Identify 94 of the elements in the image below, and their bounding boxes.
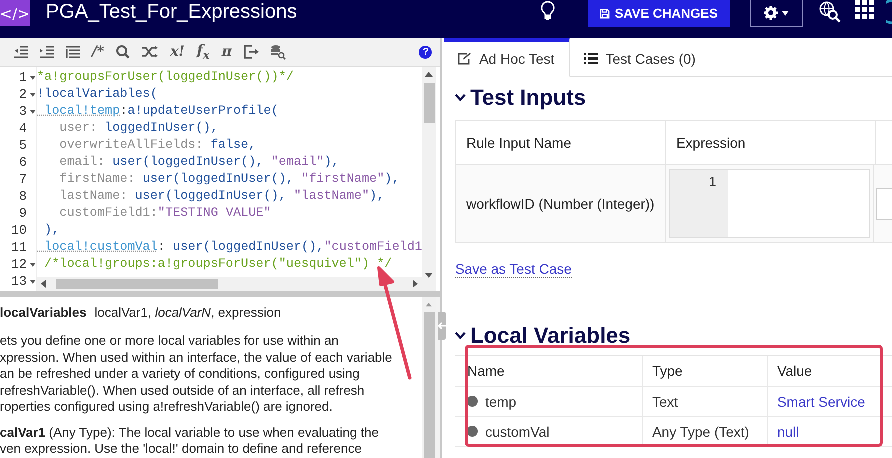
scroll-left-icon[interactable] <box>41 280 46 288</box>
code-line: *a!groupsForUser(loggedInUser())*/ <box>37 70 294 84</box>
variable-value-link[interactable]: Smart Service <box>768 387 892 416</box>
list-icon <box>584 53 598 65</box>
gear-icon <box>764 6 778 20</box>
lightbulb-icon[interactable] <box>541 1 555 21</box>
code-line: /*local!groups:a!groupsForUser("uesquivel") */ <box>44 257 392 271</box>
fold-caret-icon[interactable] <box>30 280 36 284</box>
variable-dot-icon <box>467 396 478 407</box>
line-number: 8 <box>19 189 27 204</box>
column-header: Value <box>776 362 814 381</box>
help-icon[interactable]: ? <box>419 46 432 58</box>
function-name: localVariables <box>0 305 87 320</box>
value-field[interactable] <box>876 188 892 220</box>
fold-caret-icon[interactable] <box>30 92 36 96</box>
description-text: refreshVariable(). When used outside of an interface, all refresh <box>0 382 366 399</box>
fold-caret-icon[interactable] <box>30 76 36 80</box>
line-number: 11 <box>11 240 27 255</box>
export-icon[interactable] <box>244 45 260 59</box>
shuffle-icon[interactable] <box>142 46 158 58</box>
column-header: Name <box>455 356 644 386</box>
collapse-handle[interactable] <box>438 312 446 340</box>
line-number: 2 <box>19 87 27 102</box>
line-number: 12 <box>11 257 27 272</box>
code-line: !localVariables( <box>37 87 158 101</box>
column-header: Expression <box>666 121 876 164</box>
code-line: lastName: user(loggedInUser(), "lastName"), <box>58 189 385 203</box>
save-as-test-case-link[interactable]: Save as Test Case <box>455 261 572 278</box>
code-line: local!customVal: user(loggedInUser(),"customField1 <box>44 240 422 254</box>
description-text: xpression. When used within an interface, the value of each variable <box>0 350 394 366</box>
search-icon[interactable] <box>116 45 130 59</box>
rule-input-name: workflowID (Number (Integer)) <box>456 165 666 242</box>
scroll-right-icon[interactable] <box>413 280 418 288</box>
collapse-chevron-icon[interactable] <box>455 332 466 340</box>
scrollbar-thumb[interactable] <box>56 279 218 289</box>
description-text: calVar1 (Any Type): The local variable to use when evaluating the <box>0 424 380 441</box>
toolbar-glyph-icon[interactable]: f$_{x}$ <box>196 42 210 62</box>
line-number: 10 <box>11 223 27 238</box>
description-text: roperties configured using a!refreshVariable() are ignored. <box>0 399 334 416</box>
toolbar-glyph-icon[interactable]: x! <box>170 44 185 60</box>
edit-icon <box>458 53 472 65</box>
code-line: ), <box>44 223 60 237</box>
variable-name: temp <box>485 394 517 410</box>
tab[interactable]: Ad Hoc Test <box>444 38 570 77</box>
settings-dropdown-button[interactable] <box>750 0 803 27</box>
collapse-chevron-icon[interactable] <box>455 94 466 102</box>
column-header: Type <box>643 356 768 386</box>
expression-editor[interactable]: 1 <box>669 169 870 238</box>
line-number: 9 <box>19 206 27 221</box>
globe-search-icon[interactable] <box>819 1 841 23</box>
variable-type: Text <box>643 387 768 416</box>
section-title: Local Variables <box>470 323 631 349</box>
app-grid-icon[interactable] <box>855 0 875 20</box>
format-icon[interactable] <box>66 46 80 58</box>
code-line: email: user(loggedInUser(), "email"), <box>58 155 340 169</box>
function-signature: localVar1, localVarN, expression <box>94 305 282 320</box>
section-title: Test Inputs <box>470 85 586 111</box>
code-logo: </> <box>0 0 30 26</box>
code-line: customField1:"TESTING VALUE" <box>58 206 272 220</box>
line-number: 7 <box>19 172 27 187</box>
line-number: 4 <box>19 121 27 136</box>
code-line: firstName: user(loggedInUser(), "firstName"), <box>58 172 400 186</box>
description-text: ets you define one or more local variables for use within an <box>0 333 340 350</box>
toolbar-glyph-icon[interactable]: /* <box>92 44 104 60</box>
indent-icon[interactable] <box>40 46 54 58</box>
line-number: 1 <box>670 170 728 237</box>
variable-value-link[interactable]: null <box>768 417 892 446</box>
toolbar-glyph-icon[interactable]: π <box>222 44 232 60</box>
line-number: 13 <box>11 274 27 289</box>
line-number: 6 <box>19 155 27 170</box>
variable-dot-icon <box>467 426 478 437</box>
caret-icon <box>782 10 789 16</box>
fold-caret-icon[interactable] <box>30 110 36 114</box>
scrollbar-thumb[interactable] <box>424 312 435 458</box>
code-line: local!temp:a!updateUserProfile( <box>44 104 279 118</box>
outdent-icon[interactable] <box>14 46 28 58</box>
variable-type: Any Type (Text) <box>643 417 768 446</box>
description-text: ven expression. Use the 'local!' domain to define and reference <box>0 441 363 458</box>
column-header: Rule Input Name <box>456 121 666 164</box>
scrollbar-thumb[interactable] <box>424 83 435 123</box>
line-number: 3 <box>19 104 27 119</box>
code-line: overwriteAllFields: false, <box>58 138 256 152</box>
variable-name: customVal <box>485 424 550 440</box>
fold-caret-icon[interactable] <box>30 262 36 266</box>
save-changes-button[interactable]: SAVE CHANGES <box>588 0 730 27</box>
line-number: 5 <box>19 138 27 153</box>
line-number: 1 <box>19 70 27 85</box>
code-line: user: loggedInUser(), <box>58 121 218 135</box>
scroll-down-icon[interactable] <box>425 273 434 278</box>
save-icon <box>600 8 610 20</box>
description-text: an be refreshed under a variety of conditions, configured using <box>0 366 361 382</box>
page-title: PGA_Test_For_Expressions <box>46 0 298 24</box>
database-search-icon[interactable] <box>271 44 286 60</box>
scroll-up-icon[interactable] <box>425 72 434 77</box>
